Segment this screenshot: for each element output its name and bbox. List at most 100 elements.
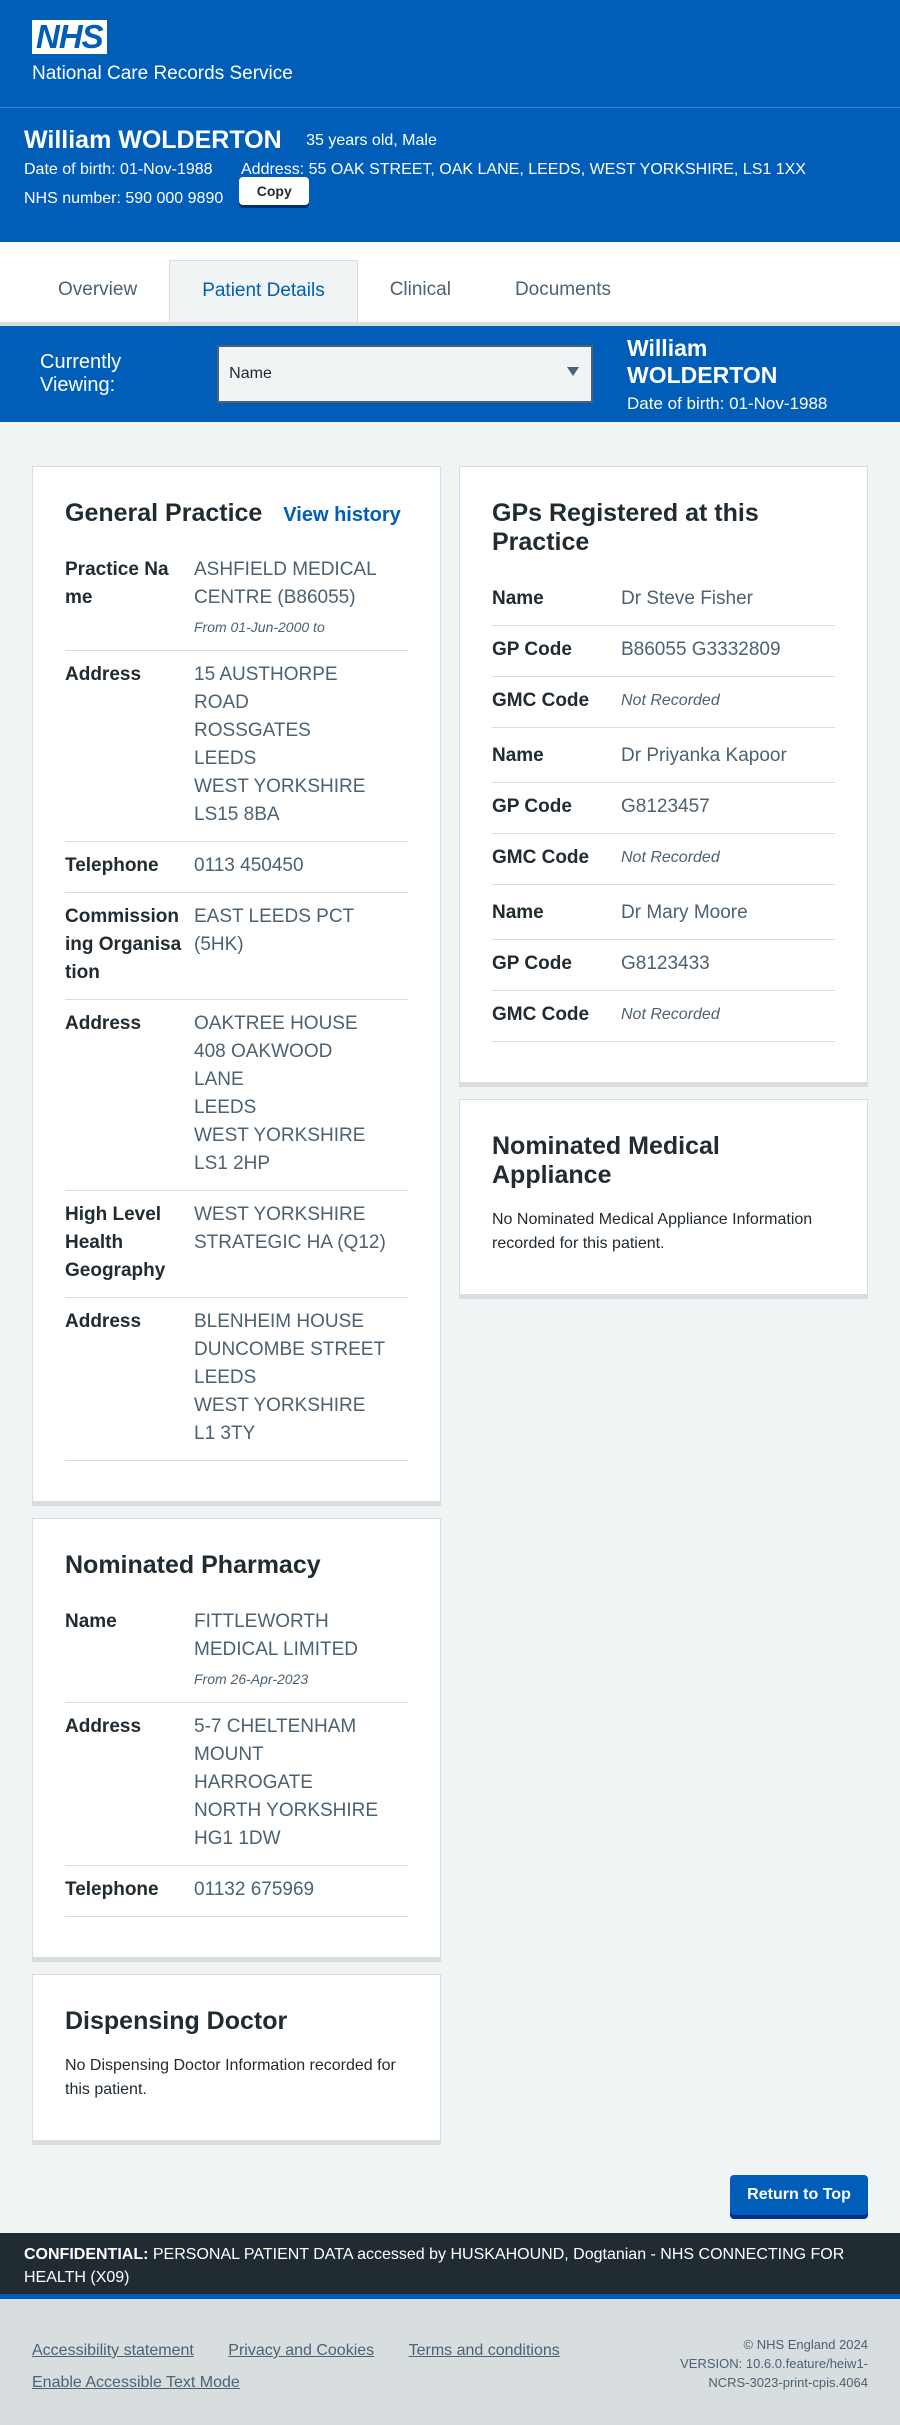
row-label: GP Code — [492, 953, 572, 974]
row-value: OAKTREE HOUSE 408 OAKWOOD LANE LEEDS WES… — [194, 1013, 366, 1174]
nominated-appliance-card: Nominated Medical Appliance No Nominated… — [459, 1099, 868, 1295]
patient-dob: Date of birth: 01-Nov-1988 — [24, 161, 213, 178]
gp-code-row: GP Code G8123457 — [492, 783, 835, 834]
viewing-patient-name: William WOLDERTON — [627, 334, 778, 388]
privacy-cookies-link[interactable]: Privacy and Cookies — [228, 2335, 374, 2367]
row-value: G8123457 — [621, 796, 710, 817]
patient-banner: William WOLDERTON 35 years old, Male Dat… — [0, 108, 900, 242]
row-value: Dr Steve Fisher — [621, 588, 753, 609]
dispensing-doctor-title: Dispensing Doctor — [65, 2007, 288, 2035]
nominated-pharmacy-title: Nominated Pharmacy — [65, 1551, 321, 1579]
dispensing-doctor-card: Dispensing Doctor No Dispensing Doctor I… — [32, 1974, 441, 2141]
row-label: Name — [492, 745, 544, 766]
row-label: GMC Code — [492, 847, 590, 868]
commissioning-address-row: Address OAKTREE HOUSE 408 OAKWOOD LANE L… — [65, 1000, 408, 1191]
health-geography-row: High Level Health Geography WEST YORKSHI… — [65, 1191, 408, 1298]
row-label: Address — [65, 664, 142, 685]
left-column: General Practice View history Practice N… — [32, 466, 441, 2157]
tab-documents[interactable]: Documents — [483, 260, 643, 322]
row-label: Name — [65, 1611, 117, 1632]
pharmacy-telephone-row: Telephone 01132 675969 — [65, 1866, 408, 1917]
nominated-appliance-title: Nominated Medical Appliance — [492, 1132, 720, 1189]
viewing-patient-dob: Date of birth: 01-Nov-1988 — [627, 393, 828, 413]
tab-clinical[interactable]: Clinical — [358, 260, 483, 322]
row-value: B86055 G3332809 — [621, 639, 781, 660]
nominated-pharmacy-card: Nominated Pharmacy Name FITTLEWORTH MEDI… — [32, 1518, 441, 1958]
currently-viewing-bar: Currently Viewing: Name William WOLDERTO… — [0, 326, 900, 422]
row-value: Not Recorded — [621, 849, 720, 866]
commissioning-organisation-row: Commissioning Organisation EAST LEEDS PC… — [65, 893, 408, 1000]
patient-address: Address: 55 OAK STREET, OAK LANE, LEEDS,… — [241, 161, 806, 178]
selected-option: Name — [229, 365, 272, 382]
row-value: FITTLEWORTH MEDICAL LIMITED From 26-Apr-… — [194, 1608, 358, 1690]
pharmacy-name-row: Name FITTLEWORTH MEDICAL LIMITED From 26… — [65, 1598, 408, 1703]
row-value: ASHFIELD MEDICAL CENTRE (B86055) From 01… — [194, 556, 377, 638]
health-geography-address-row: Address BLENHEIM HOUSE DUNCOMBE STREET L… — [65, 1298, 408, 1461]
view-history-link[interactable]: View history — [283, 504, 400, 526]
row-value: Not Recorded — [621, 692, 720, 709]
nhs-logo[interactable]: NHS — [32, 20, 107, 54]
service-name: National Care Records Service — [32, 63, 293, 84]
general-practice-card: General Practice View history Practice N… — [32, 466, 441, 1502]
site-footer: Accessibility statement Privacy and Cook… — [0, 2299, 900, 2425]
row-label: Telephone — [65, 1879, 159, 1900]
row-value: G8123433 — [621, 953, 710, 974]
accessibility-statement-link[interactable]: Accessibility statement — [32, 2335, 194, 2367]
accessible-text-mode-link[interactable]: Enable Accessible Text Mode — [32, 2367, 240, 2399]
right-column: GPs Registered at this Practice Name Dr … — [459, 466, 868, 2157]
row-label: GMC Code — [492, 690, 590, 711]
viewing-patient-summary: William WOLDERTON Date of birth: 01-Nov-… — [627, 335, 860, 414]
row-label: Address — [65, 1013, 142, 1034]
confidential-notice: CONFIDENTIAL: PERSONAL PATIENT DATA acce… — [0, 2233, 900, 2299]
patient-name: William WOLDERTON — [24, 126, 282, 154]
row-label: GP Code — [492, 796, 572, 817]
gmc-code-row: GMC Code Not Recorded — [492, 677, 835, 728]
practice-from-date: From 01-Jun-2000 to — [194, 619, 325, 635]
confidential-text: PERSONAL PATIENT DATA accessed by HUSKAH… — [24, 2246, 845, 2286]
row-label: GP Code — [492, 639, 572, 660]
row-value: 5-7 CHELTENHAM MOUNT HARROGATE NORTH YOR… — [194, 1716, 379, 1849]
tab-overview[interactable]: Overview — [26, 260, 169, 322]
tab-patient-details[interactable]: Patient Details — [169, 260, 358, 322]
main-content: General Practice View history Practice N… — [0, 422, 900, 2157]
practice-name-row: Practice Name ASHFIELD MEDICAL CENTRE (B… — [65, 546, 408, 651]
currently-viewing-label: Currently Viewing: — [40, 351, 122, 396]
row-label: Name — [492, 588, 544, 609]
pharmacy-from-date: From 26-Apr-2023 — [194, 1671, 309, 1687]
gp-name-row: Name Dr Priyanka Kapoor — [492, 732, 835, 783]
row-value: EAST LEEDS PCT (5HK) — [194, 906, 355, 955]
row-value: WEST YORKSHIRE STRATEGIC HA (Q12) — [194, 1204, 386, 1253]
confidential-prefix: CONFIDENTIAL: — [24, 2246, 149, 2263]
return-to-top-button[interactable]: Return to Top — [730, 2175, 868, 2215]
row-value: Dr Priyanka Kapoor — [621, 745, 787, 766]
gp-code-row: GP Code G8123433 — [492, 940, 835, 991]
chevron-down-icon — [567, 367, 580, 376]
row-value: 0113 450450 — [194, 855, 304, 876]
tab-bar: Overview Patient Details Clinical Docume… — [0, 242, 900, 326]
dispensing-doctor-note: No Dispensing Doctor Information recorde… — [65, 2057, 396, 2098]
gmc-code-row: GMC Code Not Recorded — [492, 991, 835, 1042]
terms-conditions-link[interactable]: Terms and conditions — [409, 2335, 560, 2367]
patient-age-sex: 35 years old, Male — [306, 132, 437, 149]
copy-nhs-number-button[interactable]: Copy — [239, 177, 310, 205]
currently-viewing-select[interactable]: Name — [217, 345, 594, 403]
gmc-code-row: GMC Code Not Recorded — [492, 834, 835, 885]
row-label: Address — [65, 1311, 142, 1332]
general-practice-title: General Practice — [65, 499, 263, 527]
row-label: Commissioning Organisation — [65, 906, 182, 983]
row-label: Address — [65, 1716, 142, 1737]
practice-address-row: Address 15 AUSTHORPE ROAD ROSSGATES LEED… — [65, 651, 408, 842]
nominated-appliance-note: No Nominated Medical Appliance Informati… — [492, 1211, 813, 1252]
gps-registered-card: GPs Registered at this Practice Name Dr … — [459, 466, 868, 1083]
row-label: Telephone — [65, 855, 159, 876]
row-label: High Level Health Geography — [65, 1204, 166, 1281]
gp-name-row: Name Dr Mary Moore — [492, 889, 835, 940]
row-label: Practice Name — [65, 559, 169, 608]
practice-telephone-row: Telephone 0113 450450 — [65, 842, 408, 893]
row-label: Name — [492, 902, 544, 923]
gp-code-row: GP Code B86055 G3332809 — [492, 626, 835, 677]
row-value: BLENHEIM HOUSE DUNCOMBE STREET LEEDS WES… — [194, 1311, 386, 1444]
gp-name-row: Name Dr Steve Fisher — [492, 575, 835, 626]
copyright: © NHS England 2024 — [743, 2337, 869, 2352]
version-info: VERSION: 10.6.0.feature/heiw1-NCRS-3023-… — [680, 2356, 868, 2390]
